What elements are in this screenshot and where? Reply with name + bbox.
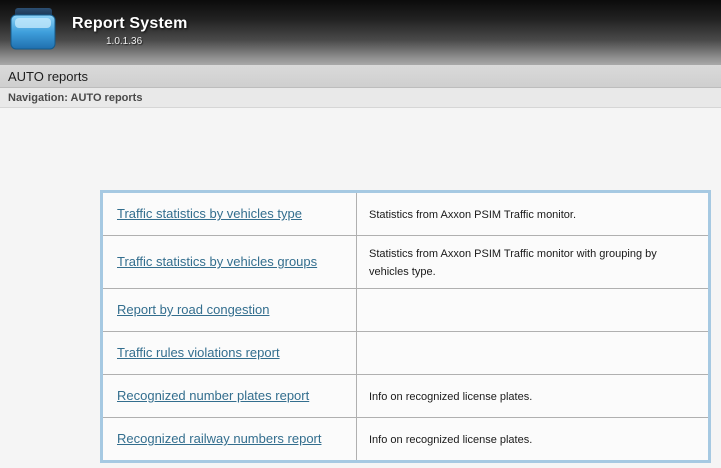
blue-folder-icon	[10, 7, 60, 55]
breadcrumb-label: Navigation: AUTO reports	[8, 92, 142, 104]
report-link-traffic-statistics-by-vehicles-groups[interactable]: Traffic statistics by vehicles groups	[117, 254, 317, 269]
report-description: Info on recognized license plates.	[369, 434, 532, 446]
title-block: Report System 1.0.1.36	[72, 7, 188, 47]
breadcrumb: Navigation: AUTO reports	[0, 88, 721, 108]
report-link-traffic-statistics-by-vehicles-type[interactable]: Traffic statistics by vehicles type	[117, 206, 302, 221]
app-title: Report System	[72, 15, 188, 33]
report-link-report-by-road-congestion[interactable]: Report by road congestion	[117, 302, 269, 317]
table-row: Report by road congestion	[102, 289, 710, 332]
reports-table: Traffic statistics by vehicles type Stat…	[100, 190, 711, 463]
main-content: Traffic statistics by vehicles type Stat…	[0, 108, 721, 463]
report-link-recognized-number-plates-report[interactable]: Recognized number plates report	[117, 388, 309, 403]
section-title: AUTO reports	[8, 69, 88, 84]
report-description: Statistics from Axxon PSIM Traffic monit…	[369, 248, 657, 278]
report-description: Info on recognized license plates.	[369, 391, 532, 403]
table-row: Traffic statistics by vehicles type Stat…	[102, 192, 710, 236]
report-link-recognized-railway-numbers-report[interactable]: Recognized railway numbers report	[117, 431, 321, 446]
report-link-traffic-rules-violations-report[interactable]: Traffic rules violations report	[117, 345, 280, 360]
report-system-page: Report System 1.0.1.36 AUTO reports Navi…	[0, 0, 721, 468]
table-row: Recognized railway numbers report Info o…	[102, 418, 710, 462]
table-row: Recognized number plates report Info on …	[102, 375, 710, 418]
app-version: 1.0.1.36	[106, 36, 188, 47]
report-description: Statistics from Axxon PSIM Traffic monit…	[369, 209, 576, 221]
table-row: Traffic statistics by vehicles groups St…	[102, 236, 710, 289]
table-row: Traffic rules violations report	[102, 332, 710, 375]
app-header: Report System 1.0.1.36	[0, 0, 721, 65]
section-bar: AUTO reports	[0, 65, 721, 88]
